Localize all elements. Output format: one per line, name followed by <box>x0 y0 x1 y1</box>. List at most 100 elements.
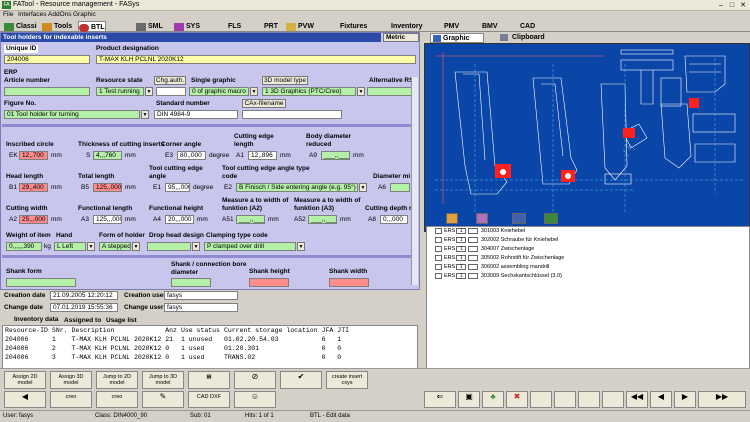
last-icon[interactable]: ▶▶ <box>698 391 746 408</box>
cutting-width-field[interactable]: 25,,,000 <box>19 215 48 224</box>
menu-interfaces[interactable]: Interfaces <box>18 11 47 18</box>
maximize-button[interactable]: □ <box>727 1 737 10</box>
column-header[interactable]: Anz <box>163 326 179 335</box>
tool-cutting-edge-code-field[interactable]: B Finisch / Side entering angle (e.g. 95… <box>236 183 358 192</box>
tab-assigned-to[interactable]: Assigned to <box>64 317 101 324</box>
delete-icon[interactable]: ✖ <box>506 391 528 408</box>
cax-filename-field[interactable] <box>242 110 342 119</box>
hand-field[interactable]: L Left <box>54 242 86 251</box>
inscribed-circle-field[interactable]: 12,,700 <box>19 151 48 160</box>
list-item[interactable]: ERS 1 305002 Rohrstift für Zwischenlage <box>435 254 564 262</box>
menu-graphic[interactable]: Graphic <box>73 11 96 18</box>
diameter-min-field[interactable] <box>390 183 410 192</box>
mark-icon[interactable]: ✔ <box>280 371 322 389</box>
creation-date-field[interactable]: 21.09.2005 12:20:12 <box>50 291 118 300</box>
tab-inventory[interactable]: Inventory <box>379 21 423 32</box>
grid-icon[interactable]: ▦ <box>188 371 230 389</box>
tab-usage-list[interactable]: Usage list <box>106 317 137 324</box>
tool-cutting-edge-angle-field[interactable]: 95,,,000 <box>165 183 190 192</box>
list-item[interactable]: ERS 1 303009 Sechskantschlüssel (3.0) <box>435 272 562 280</box>
shank-diameter-field[interactable] <box>171 278 211 287</box>
component-icon[interactable] <box>476 213 488 224</box>
table-row[interactable]: 204006 2 T-MAX KLH PCLNL 2020K12 0 1 used 01.… <box>3 344 351 353</box>
unique-id-field[interactable]: 204006 <box>4 55 90 64</box>
chevron-down-icon[interactable]: ▼ <box>297 242 305 251</box>
model-type-button[interactable]: 3D model type <box>262 76 308 85</box>
column-header[interactable]: JTI <box>335 326 351 335</box>
prev-record-icon[interactable]: ◀ <box>650 391 672 408</box>
save-icon[interactable]: ▣ <box>458 391 480 408</box>
column-header[interactable]: Description <box>70 326 164 335</box>
body-diameter-field[interactable]: ___,,___ <box>321 151 350 160</box>
tab-tools[interactable]: Tools <box>42 21 72 32</box>
list-item[interactable]: ERS 1 304007 Zwischenlage <box>435 245 534 253</box>
tab-inventory-data[interactable]: Inventory data <box>14 316 58 323</box>
creo-button[interactable]: creo <box>96 391 138 408</box>
tab-pmv[interactable]: PMV <box>432 21 459 32</box>
tree-icon[interactable]: ♣ <box>482 391 504 408</box>
total-length-field[interactable]: 125,,000 <box>93 183 122 192</box>
single-graphic-field[interactable]: 0 of graphic macro <box>189 87 249 96</box>
prev-icon[interactable]: ◀ <box>4 391 46 408</box>
tab-sml[interactable]: SML <box>136 21 163 32</box>
chevron-down-icon[interactable]: ▼ <box>87 242 95 251</box>
tab-pvw[interactable]: PVW <box>286 21 314 32</box>
cax-filename-button[interactable]: CAx-filename <box>242 99 286 108</box>
table-row[interactable]: 204006 3 T-MAX KLH PCLNL 2020K12 0 1 used TRA… <box>3 353 351 362</box>
functional-height-field[interactable]: 20,,,000 <box>165 215 194 224</box>
thickness-field[interactable]: 4,,,760 <box>93 151 122 160</box>
column-header[interactable]: SNr. <box>50 326 70 335</box>
creo-button[interactable]: creo <box>50 391 92 408</box>
figure-no-field[interactable]: 01 Tool holder for turning <box>4 110 140 119</box>
holder-form-field[interactable]: A stepped <box>99 242 131 251</box>
toolbar-button[interactable] <box>578 391 600 408</box>
toolbar-button[interactable] <box>602 391 624 408</box>
toolbar-button[interactable] <box>530 391 552 408</box>
chevron-down-icon[interactable]: ▼ <box>357 87 365 96</box>
cutting-edge-length-field[interactable]: 12,,896 <box>248 151 277 160</box>
alternative-rs-field[interactable] <box>367 87 417 96</box>
tab-classi[interactable]: Classi <box>4 21 37 32</box>
model-type-field[interactable]: 1 3D Graphics (PTC/Creo) <box>262 87 356 96</box>
column-header[interactable]: Use status <box>179 326 222 335</box>
toolbar-button[interactable] <box>554 391 576 408</box>
component-icon[interactable] <box>544 213 558 224</box>
measure-a2-field[interactable]: ___,,___ <box>236 215 265 224</box>
edit-icon[interactable]: ✎ <box>142 391 184 408</box>
create-insert-csys-button[interactable]: create insert csys <box>326 371 368 389</box>
cad-dxf-button[interactable]: CAD DXF <box>188 391 230 408</box>
chevron-down-icon[interactable]: ▼ <box>141 110 149 119</box>
first-icon[interactable]: ◀◀ <box>626 391 648 408</box>
import-icon[interactable]: ⇐ <box>424 391 456 408</box>
shank-form-field[interactable] <box>6 278 76 287</box>
cutting-depth-field[interactable]: 0,,,000 <box>380 215 408 224</box>
assign-3d-button[interactable]: Assign 3D model <box>50 371 92 389</box>
list-item[interactable]: ERS 1 302002 Schraube für Kniehebel <box>435 236 558 244</box>
standard-number-field[interactable]: DIN 4984-9 <box>154 110 238 119</box>
chevron-down-icon[interactable]: ▼ <box>250 87 258 96</box>
measure-a3-field[interactable]: ___,,___ <box>308 215 337 224</box>
weight-field[interactable]: 0,,,,,,390 <box>6 242 42 251</box>
panel-scrollbar[interactable] <box>411 77 418 285</box>
tab-clipboard[interactable]: Clipboard <box>498 33 558 43</box>
column-header[interactable]: Resource-ID <box>3 326 50 335</box>
tab-cad[interactable]: CAD <box>508 21 535 32</box>
article-number-field[interactable] <box>4 87 90 96</box>
drawing-viewport[interactable] <box>424 43 750 232</box>
tab-graphic[interactable]: Graphic <box>430 33 484 43</box>
tab-btl[interactable]: BTL <box>78 21 106 32</box>
shank-height-field[interactable] <box>249 278 289 287</box>
chevron-down-icon[interactable]: ▼ <box>359 183 367 192</box>
chg-auth-button[interactable]: Chg.auth. <box>154 76 186 85</box>
tab-fls[interactable]: FLS <box>216 21 241 32</box>
creation-user-field[interactable]: fasys <box>164 291 238 300</box>
clamping-field[interactable]: P clamped over drill <box>204 242 296 251</box>
smiley-icon[interactable]: ☺ <box>234 391 276 408</box>
column-header[interactable]: Current storage location <box>222 326 320 335</box>
tab-prt[interactable]: PRT <box>252 21 278 32</box>
close-button[interactable]: ✕ <box>738 1 748 10</box>
table-row[interactable]: 204006 1 T-MAX KLH PCLNL 2020K12 21 1 unused… <box>3 335 351 344</box>
jump-2d-button[interactable]: Jump to 2D model <box>96 371 138 389</box>
column-header[interactable]: JFA <box>320 326 336 335</box>
chevron-down-icon[interactable]: ▼ <box>132 242 140 251</box>
